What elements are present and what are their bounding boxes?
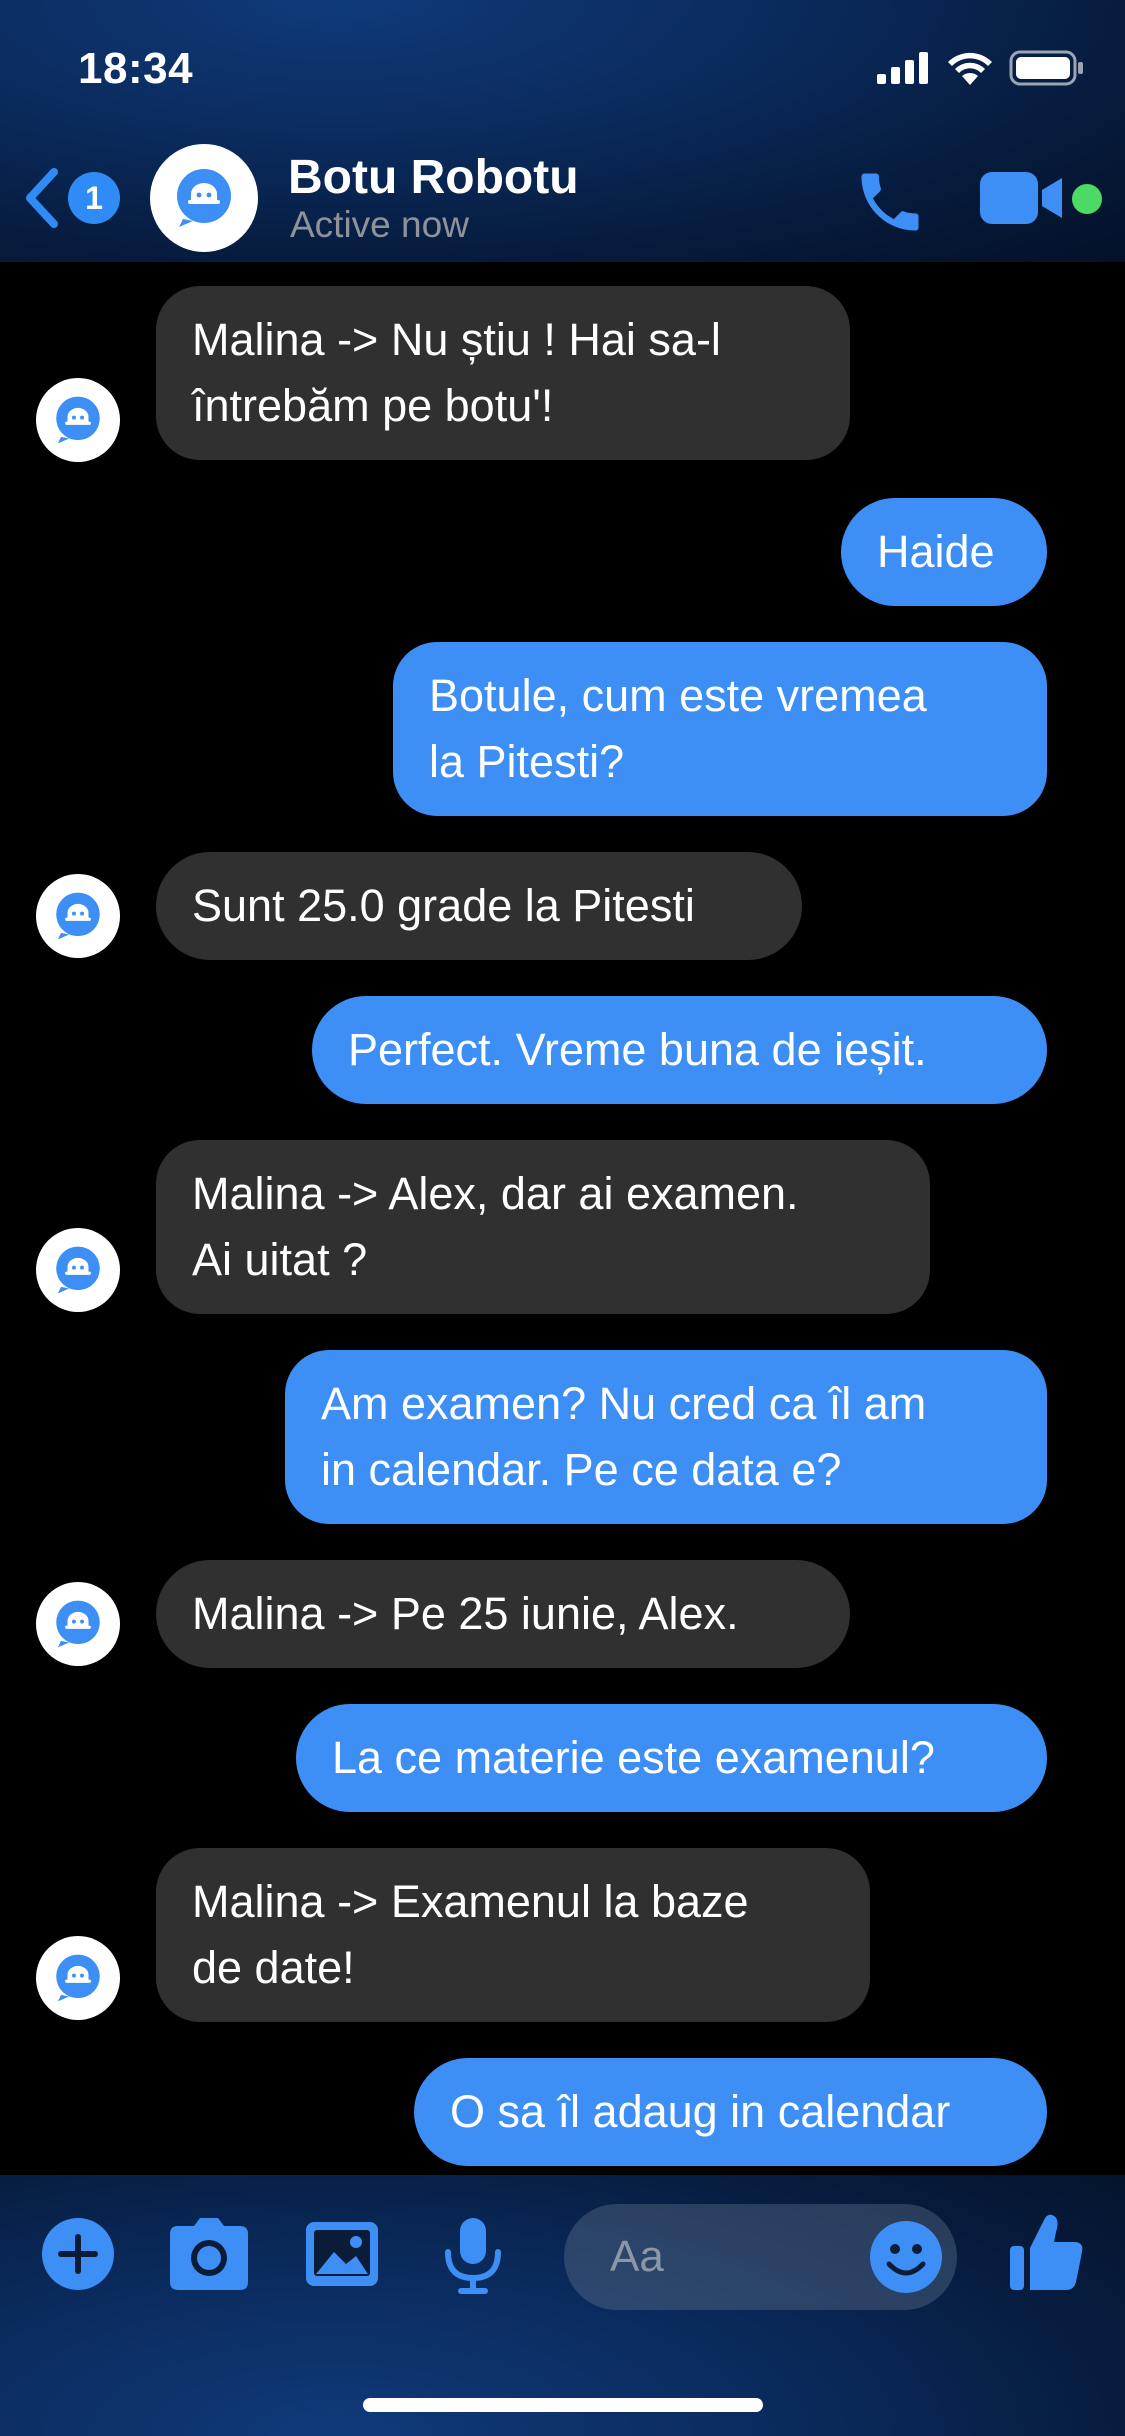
message-line: Malina -> Examenul la baze <box>192 1876 749 1927</box>
contact-avatar[interactable] <box>150 144 258 252</box>
like-button[interactable] <box>1008 2212 1084 2292</box>
message-bubble-incoming[interactable]: Malina -> Nu știu ! Hai sa-l întrebăm pe… <box>156 286 850 460</box>
signal-icon <box>877 52 928 84</box>
contact-status: Active now <box>290 204 469 245</box>
online-indicator <box>1072 184 1102 214</box>
message-bubble-incoming[interactable]: Malina -> Pe 25 iunie, Alex. <box>156 1560 850 1668</box>
message-list[interactable]: Malina -> Nu știu ! Hai sa-l întrebăm pe… <box>0 270 1125 2170</box>
emoji-button[interactable] <box>869 2220 943 2299</box>
message-bubble-outgoing[interactable]: Haide <box>841 498 1047 606</box>
message-line: Botule, cum este vremea <box>429 670 927 721</box>
photo-icon <box>306 2222 378 2286</box>
message-bubble-outgoing[interactable]: Am examen? Nu cred ca îl am in calendar.… <box>285 1350 1047 1524</box>
gallery-button[interactable] <box>304 2216 380 2292</box>
message-line: Ai uitat ? <box>192 1234 368 1285</box>
composer-bar <box>0 2175 1125 2436</box>
message-bubble-incoming[interactable]: Malina -> Examenul la baze de date! <box>156 1848 870 2022</box>
message-bubble-outgoing[interactable]: Perfect. Vreme buna de ieșit. <box>312 996 1047 1104</box>
bot-avatar-icon <box>56 1954 100 2002</box>
bot-avatar-icon <box>177 169 231 227</box>
battery-icon <box>1009 50 1083 86</box>
message-line: Malina -> Pe 25 iunie, Alex. <box>192 1588 739 1639</box>
emoji-icon <box>870 2221 942 2293</box>
microphone-icon <box>445 2218 501 2294</box>
camera-icon <box>170 2218 248 2290</box>
bot-avatar-icon <box>56 892 100 940</box>
thumbs-up-icon <box>1010 2214 1083 2290</box>
video-camera-icon <box>980 172 1062 224</box>
message-line: Malina -> Nu știu ! Hai sa-l <box>192 314 721 365</box>
message-line: O sa îl adaug in calendar <box>450 2086 951 2137</box>
message-line: Haide <box>877 526 995 577</box>
voice-button[interactable] <box>440 2216 506 2296</box>
message-bubble-incoming[interactable]: Malina -> Alex, dar ai examen. Ai uitat … <box>156 1140 930 1314</box>
message-line: Am examen? Nu cred ca îl am <box>321 1378 927 1429</box>
bot-avatar-icon <box>56 1600 100 1648</box>
message-input[interactable] <box>564 2232 844 2282</box>
status-time: 18:34 <box>78 44 194 93</box>
bot-avatar[interactable] <box>36 378 120 462</box>
message-bubble-outgoing[interactable]: La ce materie este examenul? <box>296 1704 1047 1812</box>
more-actions-button[interactable] <box>40 2216 116 2292</box>
bot-avatar[interactable] <box>36 1582 120 1666</box>
message-input-field[interactable] <box>564 2204 957 2310</box>
home-indicator[interactable] <box>363 2398 763 2412</box>
message-line: in calendar. Pe ce data e? <box>321 1444 842 1495</box>
bot-avatar-icon <box>56 1246 100 1294</box>
bot-avatar[interactable] <box>36 874 120 958</box>
bot-avatar-icon <box>56 396 100 444</box>
video-call-button[interactable] <box>980 168 1064 233</box>
back-button[interactable]: 1 <box>22 166 120 230</box>
message-bubble-outgoing[interactable]: Botule, cum este vremea la Pitesti? <box>393 642 1047 816</box>
message-bubble-incoming[interactable]: Sunt 25.0 grade la Pitesti <box>156 852 802 960</box>
camera-button[interactable] <box>168 2216 250 2292</box>
message-line: Perfect. Vreme buna de ieșit. <box>348 1024 927 1075</box>
status-bar: 18:34 <box>0 0 1125 132</box>
conversation-header: 1 Botu Robotu Active now <box>0 132 1125 262</box>
bot-avatar[interactable] <box>36 1936 120 2020</box>
phone-icon <box>861 173 919 231</box>
unread-badge: 1 <box>68 172 120 224</box>
message-line: Sunt 25.0 grade la Pitesti <box>192 880 695 931</box>
audio-call-button[interactable] <box>852 164 928 245</box>
message-line: La ce materie este examenul? <box>332 1732 935 1783</box>
message-line: la Pitesti? <box>429 736 625 787</box>
bot-avatar[interactable] <box>36 1228 120 1312</box>
message-line: de date! <box>192 1942 355 1993</box>
message-line: Malina -> Alex, dar ai examen. <box>192 1168 799 1219</box>
plus-icon <box>42 2218 114 2290</box>
status-icons <box>877 50 1085 86</box>
wifi-icon <box>948 52 992 85</box>
back-chevron-icon <box>26 168 58 228</box>
message-line: întrebăm pe botu'! <box>192 380 554 431</box>
contact-name[interactable]: Botu Robotu <box>288 150 579 205</box>
message-bubble-outgoing[interactable]: O sa îl adaug in calendar <box>414 2058 1047 2166</box>
messenger-screen: 18:34 1 Botu Robotu Active now Malina ->… <box>0 0 1125 2436</box>
